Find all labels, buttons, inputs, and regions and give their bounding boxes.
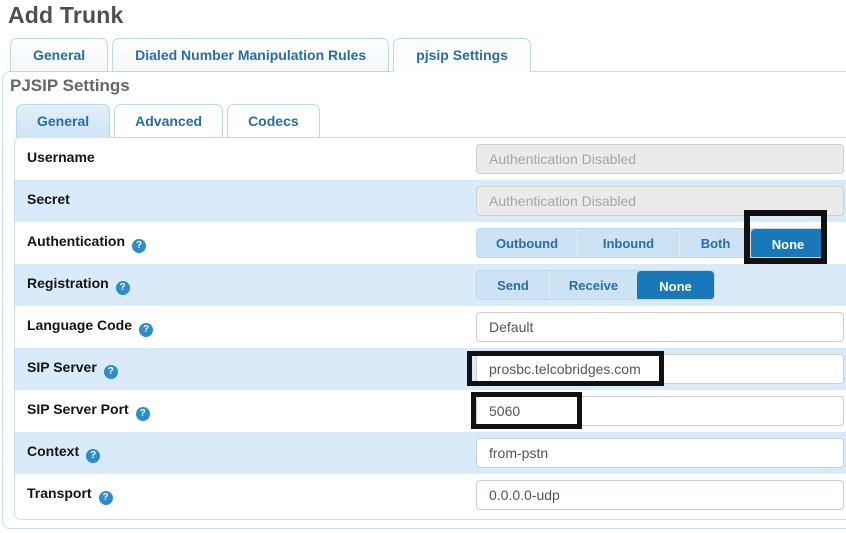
secret-label: Secret (27, 191, 70, 207)
help-icon[interactable]: ? (136, 407, 150, 421)
subtab-codecs[interactable]: Codecs (227, 104, 320, 138)
registration-send-button[interactable]: Send (477, 271, 549, 299)
help-icon[interactable]: ? (139, 323, 153, 337)
authentication-inbound-button[interactable]: Inbound (577, 229, 679, 257)
main-tab-bar: General Dialed Number Manipulation Rules… (10, 38, 531, 72)
help-icon[interactable]: ? (104, 365, 118, 379)
tab-dialed-number-manipulation-rules[interactable]: Dialed Number Manipulation Rules (112, 38, 389, 72)
help-icon[interactable]: ? (99, 491, 113, 505)
authentication-label: Authentication? (27, 233, 146, 253)
help-icon[interactable]: ? (86, 449, 100, 463)
form-row-secret: Secret (15, 180, 846, 222)
help-icon[interactable]: ? (116, 281, 130, 295)
form-row-authentication: Authentication? Outbound Inbound Both No… (15, 222, 846, 264)
sip-server-port-input[interactable] (476, 396, 844, 426)
registration-label: Registration? (27, 275, 130, 295)
language-code-input[interactable] (476, 312, 844, 342)
form-row-language-code: Language Code? (15, 306, 846, 348)
transport-select[interactable] (476, 480, 844, 510)
authentication-none-button[interactable]: None (751, 229, 825, 258)
sip-server-port-label: SIP Server Port? (27, 401, 150, 421)
form-row-sip-server-port: SIP Server Port? (15, 390, 846, 432)
tab-pjsip-settings[interactable]: pjsip Settings (393, 38, 531, 72)
help-icon[interactable]: ? (132, 239, 146, 253)
sub-tab-bar: General Advanced Codecs (16, 104, 320, 138)
registration-none-button[interactable]: None (637, 271, 714, 300)
secret-input[interactable] (476, 186, 844, 216)
general-settings-panel: Username Secret Authentication? Outbound… (14, 137, 846, 520)
transport-label: Transport? (27, 485, 113, 505)
username-input[interactable] (476, 144, 844, 174)
authentication-outbound-button[interactable]: Outbound (477, 229, 577, 257)
sip-server-label: SIP Server? (27, 359, 118, 379)
subtab-advanced[interactable]: Advanced (114, 104, 223, 138)
form-row-registration: Registration? Send Receive None (15, 264, 846, 306)
authentication-both-button[interactable]: Both (679, 229, 751, 257)
form-row-context: Context? (15, 432, 846, 474)
subtab-general[interactable]: General (16, 104, 110, 138)
form-row-transport: Transport? (15, 474, 846, 516)
username-label: Username (27, 149, 95, 165)
section-title: PJSIP Settings (10, 76, 130, 96)
registration-button-group: Send Receive None (476, 270, 715, 300)
tab-general[interactable]: General (10, 38, 108, 72)
form-row-username: Username (15, 138, 846, 180)
page-title: Add Trunk (8, 2, 124, 29)
form-row-sip-server: SIP Server? (15, 348, 846, 390)
sip-server-input[interactable] (476, 354, 844, 384)
authentication-button-group: Outbound Inbound Both None (476, 228, 826, 258)
registration-receive-button[interactable]: Receive (549, 271, 637, 299)
language-code-label: Language Code? (27, 317, 153, 337)
context-label: Context? (27, 443, 100, 463)
context-input[interactable] (476, 438, 844, 468)
